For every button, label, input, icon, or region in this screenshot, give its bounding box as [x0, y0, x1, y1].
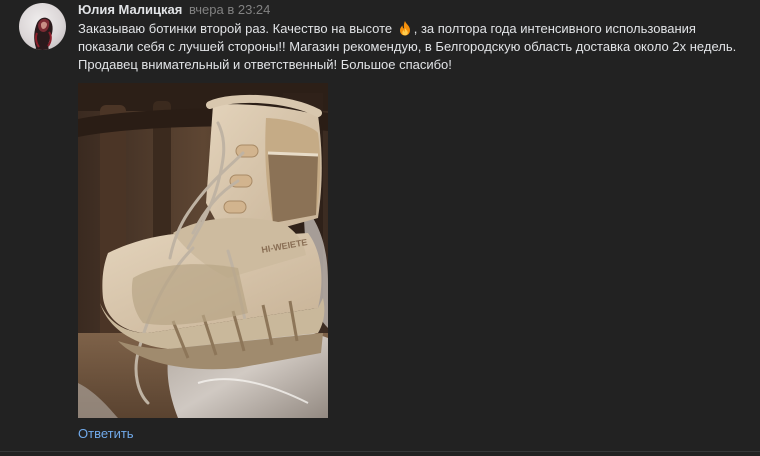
- comment: Юлия Малицкая вчера в 23:24 Заказываю бо…: [0, 0, 760, 456]
- comment-text-part-b: , за полтора года интенсивного использов…: [413, 21, 696, 36]
- boot-photo-image: HI-WEIETE: [78, 83, 328, 418]
- comment-header: Юлия Малицкая вчера в 23:24: [78, 2, 270, 18]
- avatar[interactable]: [19, 3, 66, 50]
- author-name[interactable]: Юлия Малицкая: [78, 2, 182, 17]
- comment-text-line-3: Продавец внимательный и ответственный! Б…: [78, 57, 452, 72]
- avatar-image: [34, 17, 53, 50]
- attached-photo[interactable]: HI-WEIETE: [78, 83, 328, 418]
- comment-text-line-2: показали себя с лучшей стороны!! Магазин…: [78, 39, 737, 54]
- divider: [0, 451, 760, 452]
- comment-text: Заказываю ботинки второй раз. Качество н…: [78, 20, 738, 74]
- comment-text-line-1: Заказываю ботинки второй раз. Качество н…: [78, 20, 738, 38]
- comment-time[interactable]: вчера в 23:24: [189, 2, 270, 17]
- fire-emoji-icon: [397, 20, 413, 36]
- reply-link[interactable]: Ответить: [78, 426, 134, 442]
- comment-text-part-a: Заказываю ботинки второй раз. Качество н…: [78, 21, 393, 36]
